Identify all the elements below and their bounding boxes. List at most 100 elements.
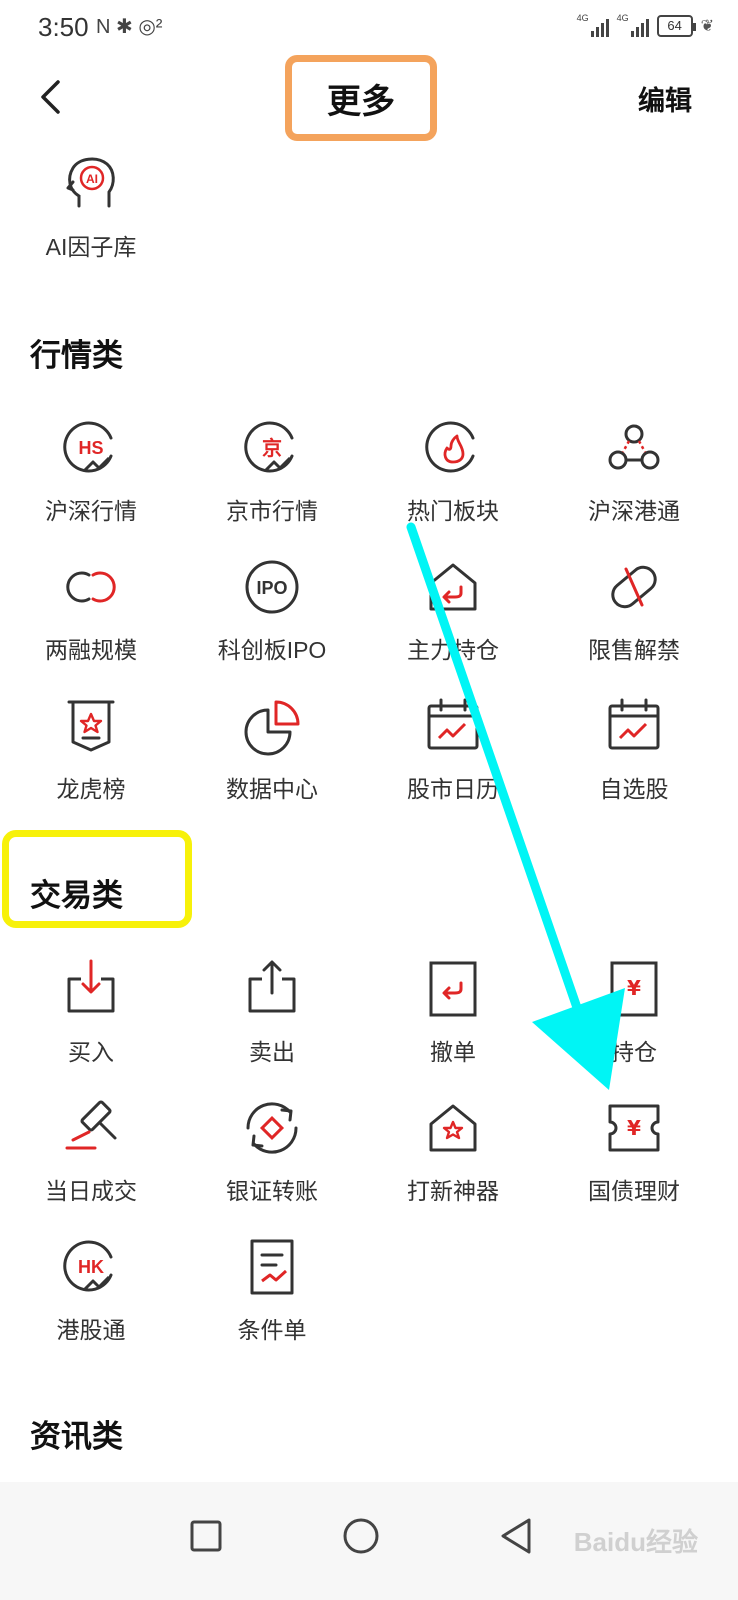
item-label: 热门板块 xyxy=(407,498,499,524)
section-title-trade: 交易类 xyxy=(30,878,123,913)
system-nav-bar: Baidu经验 xyxy=(0,1482,738,1600)
auction-hammer-icon xyxy=(65,1100,117,1150)
back-nav-button[interactable] xyxy=(488,1508,544,1564)
grid-item[interactable]: 当日成交 xyxy=(0,1096,182,1206)
watchlist-icon xyxy=(608,698,660,750)
grid-item[interactable]: 沪深港通 xyxy=(543,416,725,526)
item-label: 沪深港通 xyxy=(588,498,680,524)
grid-item[interactable]: 买入 xyxy=(0,957,182,1067)
item-label: 自选股 xyxy=(599,776,669,802)
grid-item[interactable]: 打新神器 xyxy=(362,1096,544,1206)
page-title: 更多 xyxy=(327,82,395,121)
grid-item[interactable]: 卖出 xyxy=(181,957,363,1067)
grid-item[interactable]: 自选股 xyxy=(543,694,725,804)
main-holding-icon xyxy=(429,563,477,611)
grid-item[interactable]: ¥ 持仓 xyxy=(543,957,725,1067)
item-label: 股市日历 xyxy=(407,776,499,802)
grid-item[interactable]: 主力持仓 xyxy=(362,555,544,665)
item-label: 科创板IPO xyxy=(217,637,327,663)
header: 更多 编辑 xyxy=(0,55,738,145)
grid-item[interactable]: 撤单 xyxy=(362,957,544,1067)
grid-item[interactable]: 条件单 xyxy=(181,1235,363,1345)
square-icon xyxy=(190,1520,222,1552)
item-label: 数据中心 xyxy=(226,776,318,802)
item-label: 银证转账 xyxy=(226,1178,318,1204)
status-bar: 3:50 N ✱ ◎² 4G 4G 64 ❦ xyxy=(0,0,738,52)
item-label: 主力持仓 xyxy=(407,637,499,663)
grid-item[interactable]: 龙虎榜 xyxy=(0,694,182,804)
item-label: 买入 xyxy=(68,1039,114,1065)
title-highlight: 更多 xyxy=(285,55,437,141)
transfer-icon xyxy=(246,1102,298,1154)
grid-item[interactable]: 两融规模 xyxy=(0,555,182,665)
svg-text:¥: ¥ xyxy=(627,976,641,1000)
position-icon: ¥ xyxy=(610,961,658,1017)
buy-icon xyxy=(67,959,115,1013)
sell-icon xyxy=(248,960,296,1013)
section-title-news: 资讯类 xyxy=(30,1419,123,1454)
grid-item[interactable]: HS 沪深行情 xyxy=(0,416,182,526)
item-label: 沪深行情 xyxy=(45,498,137,524)
circle-icon xyxy=(343,1518,379,1554)
item-label: AI因子库 xyxy=(45,234,137,260)
item-label: 京市行情 xyxy=(226,498,318,524)
recent-apps-button[interactable] xyxy=(178,1508,234,1564)
item-label: 卖出 xyxy=(249,1039,295,1065)
triangle-back-icon xyxy=(501,1518,531,1554)
signal-icon: 4G xyxy=(617,13,649,37)
grid-item[interactable]: 京 京市行情 xyxy=(181,416,363,526)
svg-text:HK: HK xyxy=(78,1257,104,1277)
margin-icon xyxy=(66,571,116,603)
ai-factor-item[interactable]: AI AI因子库 xyxy=(0,152,182,262)
battery-icon: 64 xyxy=(656,15,696,37)
grid-item[interactable]: 热门板块 xyxy=(362,416,544,526)
ai-head-icon: AI xyxy=(66,157,115,208)
home-button[interactable] xyxy=(333,1508,389,1564)
svg-text:京: 京 xyxy=(262,436,282,460)
connect-icon xyxy=(608,424,660,470)
item-label: 港股通 xyxy=(56,1317,126,1343)
svg-text:HS: HS xyxy=(78,438,103,458)
dragon-tiger-icon xyxy=(67,700,115,752)
grid-item[interactable]: 限售解禁 xyxy=(543,555,725,665)
data-center-icon xyxy=(244,700,300,756)
hs-market-icon: HS xyxy=(63,421,113,473)
grid-item[interactable]: ¥ 国债理财 xyxy=(543,1096,725,1206)
calendar-icon xyxy=(427,698,479,750)
item-label: 撤单 xyxy=(430,1039,476,1065)
unlock-icon xyxy=(611,565,657,609)
item-label: 龙虎榜 xyxy=(56,776,126,802)
grid-item[interactable]: IPO 科创板IPO xyxy=(181,555,363,665)
section-title-market: 行情类 xyxy=(30,338,123,373)
back-button[interactable] xyxy=(30,75,70,119)
leaf-icon: ❦ xyxy=(700,18,714,35)
beijing-market-icon: 京 xyxy=(244,421,294,473)
item-label: 条件单 xyxy=(237,1317,307,1343)
grid-item[interactable]: HK 港股通 xyxy=(0,1235,182,1345)
item-label: 限售解禁 xyxy=(588,637,680,663)
item-label: 两融规模 xyxy=(45,637,137,663)
edit-button[interactable]: 编辑 xyxy=(638,79,692,118)
chevron-left-icon xyxy=(41,80,60,114)
status-left-icons: N ✱ ◎² xyxy=(96,16,163,38)
item-label: 国债理财 xyxy=(588,1178,680,1204)
grid-item[interactable]: 数据中心 xyxy=(181,694,363,804)
item-label: 打新神器 xyxy=(407,1178,499,1204)
watermark-logo: Baidu经验 xyxy=(573,1527,698,1557)
svg-text:AI: AI xyxy=(86,172,98,186)
svg-text:IPO: IPO xyxy=(256,578,287,598)
hot-sector-icon xyxy=(425,421,475,473)
grid-item[interactable]: 股市日历 xyxy=(362,694,544,804)
status-right: 4G 4G 64 ❦ xyxy=(577,12,714,40)
svg-text:¥: ¥ xyxy=(627,1116,641,1140)
item-label: 当日成交 xyxy=(45,1178,137,1204)
condition-order-icon xyxy=(250,1239,294,1295)
hk-connect-icon: HK xyxy=(63,1240,113,1292)
signal-icon: 4G xyxy=(577,13,609,37)
bond-ticket-icon: ¥ xyxy=(608,1104,660,1152)
ipo-icon: IPO xyxy=(245,560,299,614)
status-time: 3:50 xyxy=(38,12,89,42)
item-label: 持仓 xyxy=(611,1039,657,1065)
grid-item[interactable]: 银证转账 xyxy=(181,1096,363,1206)
cancel-order-icon xyxy=(429,961,477,1017)
